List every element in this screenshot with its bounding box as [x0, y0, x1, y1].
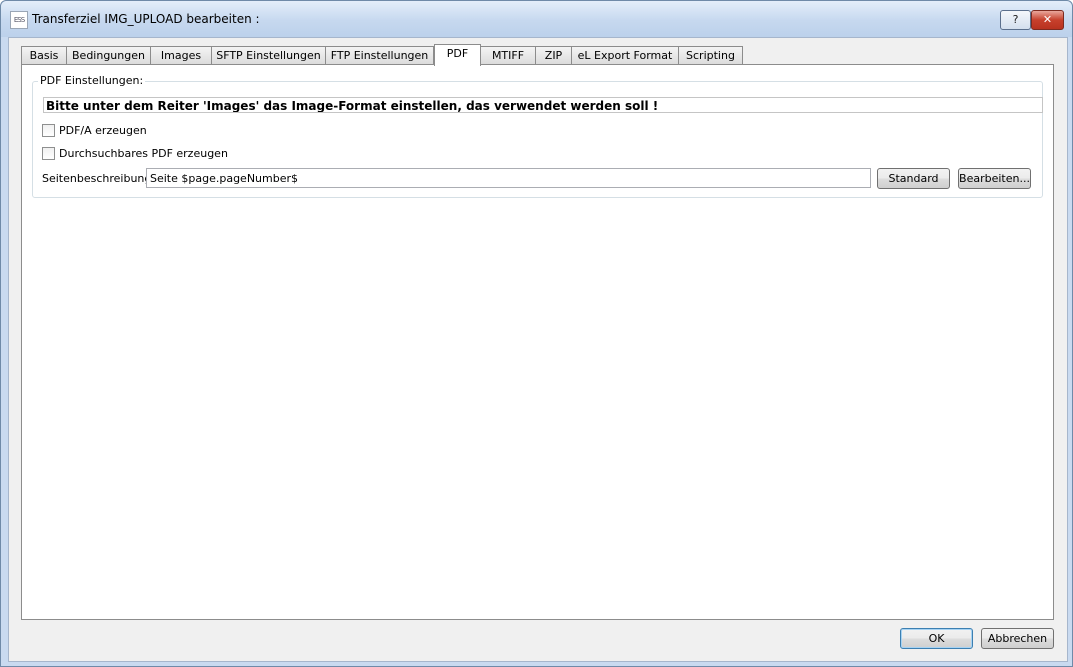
app-icon: ESS — [10, 11, 28, 29]
help-button[interactable]: ? — [1000, 10, 1031, 30]
searchable-pdf-label[interactable]: Durchsuchbares PDF erzeugen — [59, 147, 228, 160]
tab-sftp-einstellungen[interactable]: SFTP Einstellungen — [211, 46, 326, 64]
tab-zip[interactable]: ZIP — [535, 46, 572, 64]
tab-basis[interactable]: Basis — [21, 46, 67, 64]
cancel-button[interactable]: Abbrechen — [981, 628, 1054, 649]
tab-scripting[interactable]: Scripting — [678, 46, 743, 64]
tab-el-export-format[interactable]: eL Export Format — [571, 46, 679, 64]
page-description-label: Seitenbeschreibung: — [42, 172, 156, 185]
standard-button[interactable]: Standard — [877, 168, 950, 189]
page-description-input[interactable] — [146, 168, 871, 188]
pdfa-checkbox[interactable] — [42, 124, 55, 137]
tab-pdf[interactable]: PDF — [434, 44, 481, 66]
tab-mtiff[interactable]: MTIFF — [480, 46, 536, 64]
tab-images[interactable]: Images — [150, 46, 212, 64]
searchable-pdf-checkbox[interactable] — [42, 147, 55, 160]
ok-button[interactable]: OK — [900, 628, 973, 649]
title-bar[interactable]: ESS Transferziel IMG_UPLOAD bearbeiten :… — [1, 1, 1072, 37]
tab-bedingungen[interactable]: Bedingungen — [66, 46, 151, 64]
edit-button[interactable]: Bearbeiten... — [958, 168, 1031, 189]
window-title: Transferziel IMG_UPLOAD bearbeiten : — [32, 12, 260, 26]
group-title: PDF Einstellungen: — [38, 74, 146, 87]
close-button[interactable]: ✕ — [1031, 10, 1064, 30]
tab-ftp-einstellungen[interactable]: FTP Einstellungen — [325, 46, 434, 64]
pdfa-label[interactable]: PDF/A erzeugen — [59, 124, 147, 137]
pdf-settings-group: PDF Einstellungen: Bitte unter dem Reite… — [32, 74, 1043, 198]
dialog-window: ESS Transferziel IMG_UPLOAD bearbeiten :… — [0, 0, 1073, 667]
tab-panel-pdf: PDF Einstellungen: Bitte unter dem Reite… — [21, 64, 1054, 620]
dialog-body: Basis Bedingungen Images SFTP Einstellun… — [8, 37, 1068, 662]
format-notice: Bitte unter dem Reiter 'Images' das Imag… — [43, 97, 1043, 113]
